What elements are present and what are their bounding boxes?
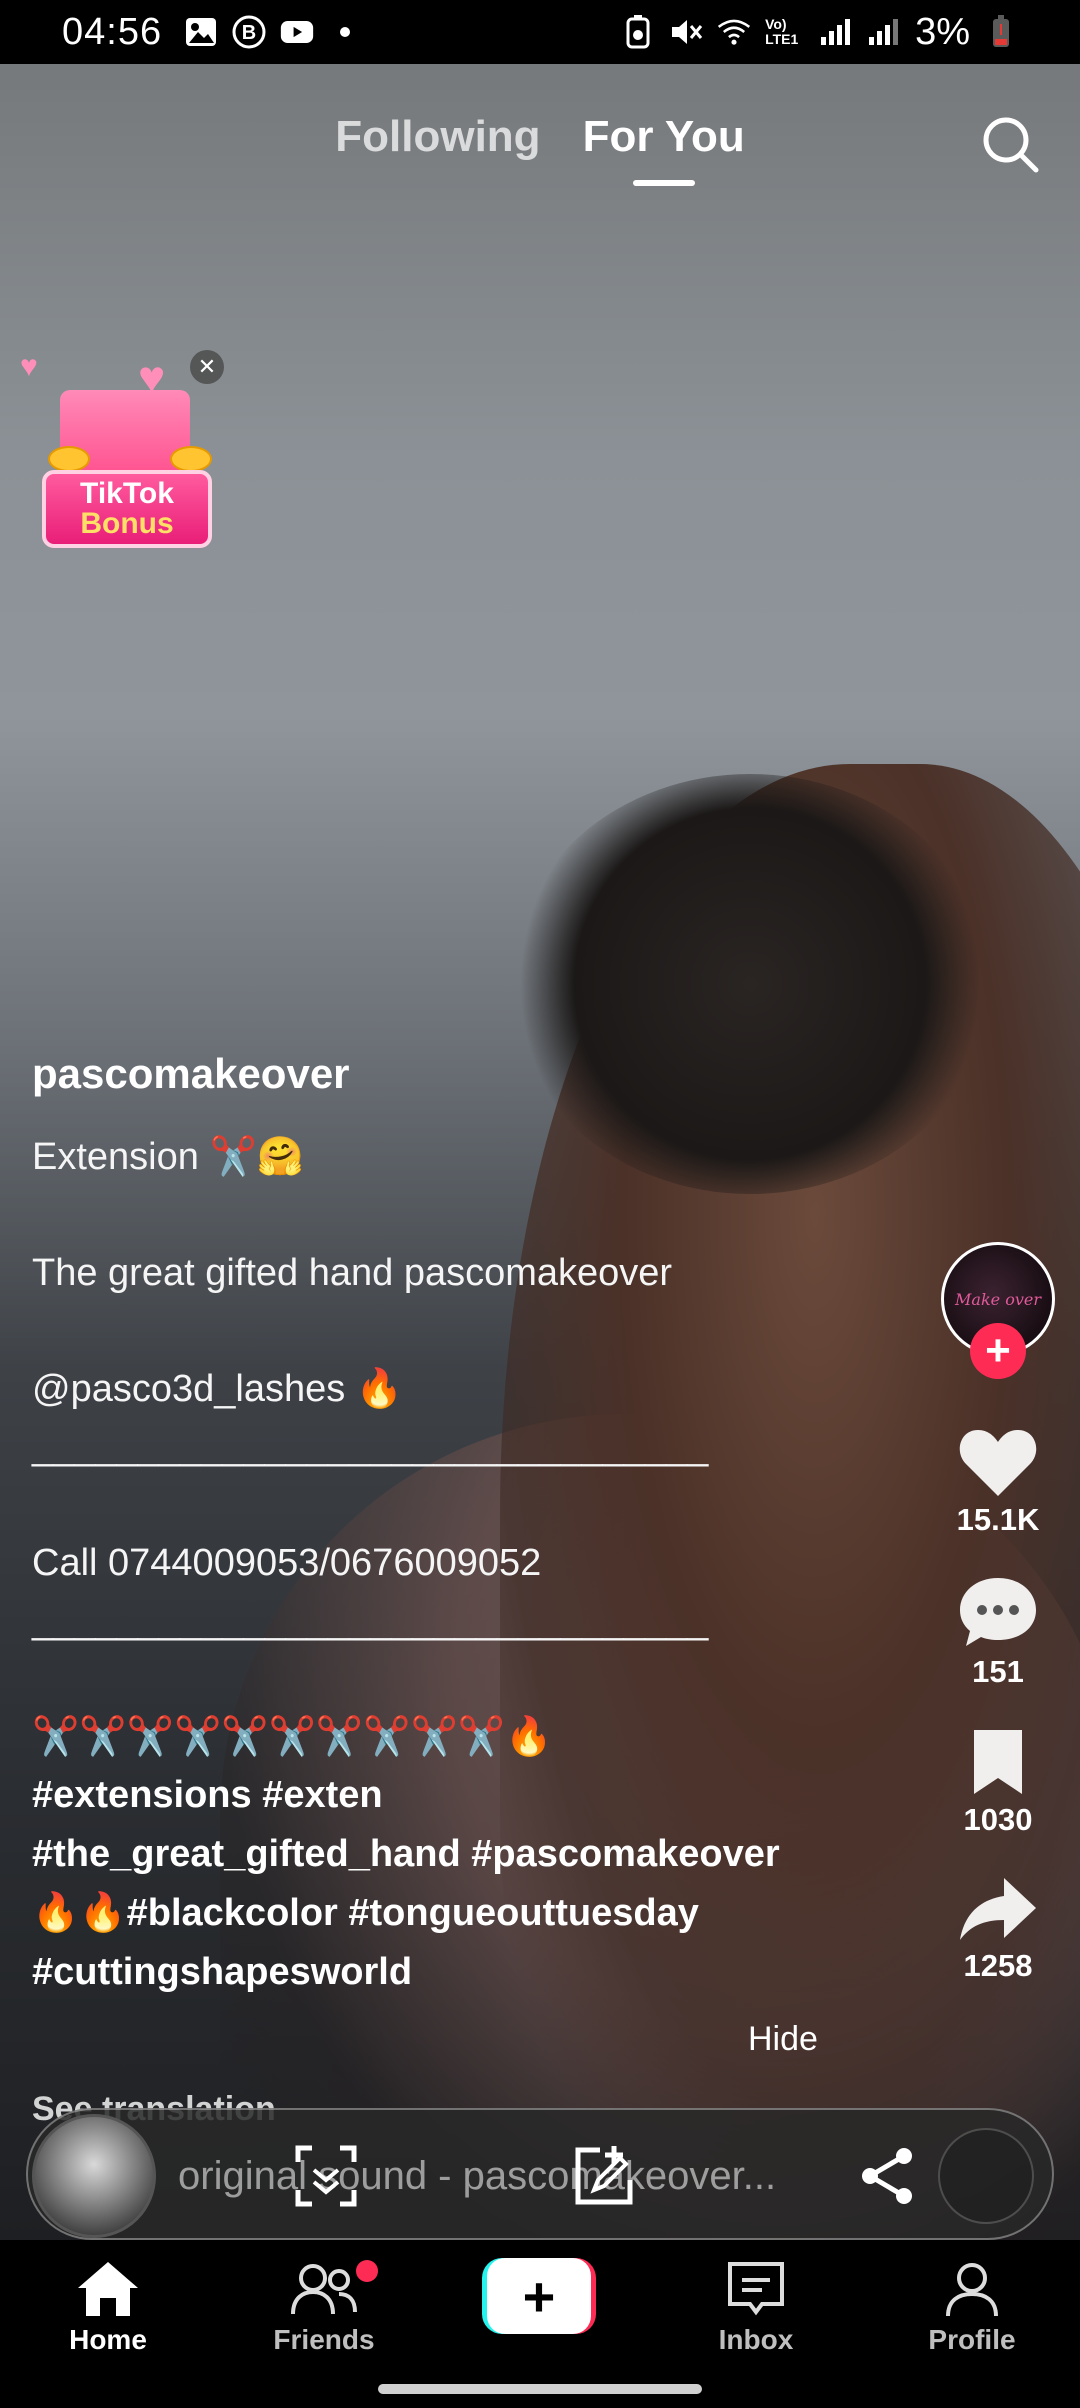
wifi-icon [717, 17, 751, 47]
coin-icon [170, 446, 212, 472]
status-bar: 04:56 B Vo) LTE1 3% [0, 0, 1080, 64]
save-count: 1030 [963, 1802, 1033, 1837]
search-icon [983, 117, 1039, 173]
like-button[interactable]: 15.1K [956, 1426, 1040, 1538]
edit-pencil-icon [575, 2146, 633, 2205]
follow-button[interactable]: + [970, 1323, 1026, 1379]
bonus-label-line1: TikTok [80, 477, 174, 510]
profile-icon [946, 2263, 998, 2317]
bookmark-icon [974, 1730, 1022, 1794]
more-notifications-dot-icon [328, 17, 362, 47]
comment-icon [960, 1578, 1036, 1646]
bonus-label-box: TikTok Bonus [42, 470, 212, 548]
share-count: 1258 [963, 1948, 1033, 1983]
save-button[interactable]: 1030 [963, 1726, 1033, 1838]
home-indicator[interactable] [378, 2384, 702, 2394]
plus-icon: + [985, 1326, 1011, 1375]
status-system-icons: Vo) LTE1 3% [621, 11, 1018, 54]
post-caption: pascomakeover Extension ✂️🤗 The great gi… [32, 1050, 832, 2002]
nav-home-label: Home [69, 2324, 147, 2355]
creator-avatar[interactable]: Make over + [941, 1242, 1055, 1379]
nav-profile-label: Profile [928, 2324, 1016, 2355]
nav-home[interactable]: Home [28, 2260, 188, 2356]
data-saver-icon [621, 15, 655, 49]
tab-for-you[interactable]: For You [583, 112, 745, 162]
post-hashtags[interactable]: #extensions #exten #the_great_gifted_han… [32, 1766, 832, 2002]
hide-caption-button[interactable]: Hide [748, 2020, 818, 2059]
share-nodes-icon [862, 2148, 912, 2204]
svg-text:B: B [242, 22, 256, 44]
battery-percent: 3% [915, 10, 970, 53]
edit-button[interactable] [570, 2142, 638, 2210]
coin-icon [48, 446, 90, 472]
scan-button[interactable] [292, 2142, 360, 2210]
like-count: 15.1K [956, 1502, 1040, 1537]
sound-title[interactable]: original sound - pascomakeover... [178, 2154, 776, 2199]
post-username[interactable]: pascomakeover [32, 1050, 832, 1098]
status-time: 04:56 [62, 10, 163, 53]
nav-inbox[interactable]: Inbox [676, 2260, 836, 2356]
search-button[interactable] [978, 112, 1042, 176]
comment-button[interactable]: 151 [958, 1574, 1038, 1690]
avatar-text: Make over [955, 1289, 1041, 1309]
tab-following[interactable]: Following [335, 112, 540, 162]
nav-profile[interactable]: Profile [892, 2260, 1052, 2356]
mute-icon [669, 17, 703, 47]
comment-count: 151 [972, 1654, 1024, 1689]
feed-tabs: Following For You [0, 112, 1080, 162]
bonus-close-button[interactable]: ✕ [190, 350, 224, 384]
inbox-icon [728, 2262, 784, 2316]
scan-icon [295, 2145, 357, 2207]
share-sheet-button[interactable] [854, 2142, 922, 2210]
close-icon: ✕ [197, 354, 217, 379]
create-button[interactable]: + [482, 2258, 596, 2334]
share-button[interactable]: 1258 [958, 1874, 1038, 1984]
bottom-navigation: Home Friends + Inbox Profile [0, 2240, 1080, 2408]
home-icon [78, 2262, 138, 2316]
tiktok-bonus-widget[interactable]: ♥ ♥ TikTok Bonus [20, 350, 220, 550]
action-rail: Make over + 15.1K 151 1030 1258 [938, 1242, 1058, 1984]
battery-low-icon [984, 15, 1018, 47]
bonus-label-line2: Bonus [80, 507, 174, 540]
volte-label: Vo) LTE1 [765, 15, 799, 47]
video-thumbnail[interactable] [32, 2114, 156, 2238]
signal-icon-1 [819, 17, 853, 47]
sound-action-bar: original sound - pascomakeover... [26, 2108, 1054, 2240]
heart-icon [959, 1430, 1037, 1496]
post-description: Extension ✂️🤗 The great gifted hand pasc… [32, 1136, 709, 1758]
friends-icon [291, 2264, 357, 2315]
friends-notification-badge [356, 2260, 378, 2282]
heart-decoration-icon: ♥ [20, 350, 38, 383]
share-arrow-icon [960, 1878, 1036, 1940]
signal-icon-2 [867, 17, 901, 47]
youtube-icon [280, 17, 314, 47]
nav-friends-label: Friends [273, 2324, 375, 2355]
nav-friends[interactable]: Friends [244, 2260, 404, 2356]
plus-icon: + [487, 2258, 591, 2334]
b-app-icon: B [232, 15, 266, 49]
gallery-icon [184, 17, 218, 47]
status-notification-icons: B [184, 15, 362, 49]
nav-inbox-label: Inbox [718, 2324, 794, 2355]
music-disc-icon[interactable] [938, 2128, 1034, 2224]
